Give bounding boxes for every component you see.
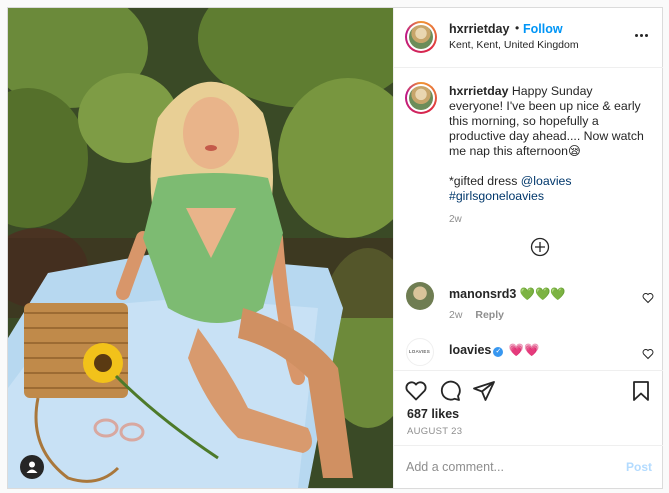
follow-button[interactable]: Follow bbox=[523, 22, 563, 36]
reply-button[interactable]: Reply bbox=[475, 309, 504, 321]
comment-username[interactable]: loavies bbox=[449, 343, 491, 357]
caption-text: hxrrietday Happy Sunday everyone! I've b… bbox=[449, 84, 649, 204]
caption-gifted-text: *gifted dress bbox=[449, 174, 521, 188]
verified-badge-icon: ✓ bbox=[493, 347, 504, 357]
separator-dot: • bbox=[515, 21, 520, 35]
add-comment-bar: Post bbox=[394, 445, 663, 488]
plus-circle-icon bbox=[530, 237, 550, 257]
comment-icon[interactable] bbox=[438, 379, 462, 403]
comment-body: 💚💚💚 bbox=[519, 287, 566, 301]
more-icon bbox=[635, 34, 638, 37]
comment-input[interactable] bbox=[406, 458, 606, 476]
bookmark-icon[interactable] bbox=[629, 379, 653, 403]
post-header: hxrrietday • Follow Kent, Kent, United K… bbox=[394, 8, 663, 68]
more-options-button[interactable] bbox=[635, 28, 649, 42]
photo-illustration bbox=[8, 8, 393, 488]
comment-avatar[interactable] bbox=[406, 282, 434, 310]
user-tag-icon bbox=[26, 461, 38, 473]
caption-hashtag-link[interactable]: #girlsgoneloavies bbox=[449, 189, 649, 204]
comment-timestamp[interactable]: 2w bbox=[449, 309, 462, 321]
loavies-avatar-text: LOAVIES bbox=[409, 349, 431, 354]
user-tag-button[interactable] bbox=[20, 455, 44, 479]
post-side-panel: hxrrietday • Follow Kent, Kent, United K… bbox=[393, 8, 663, 488]
caption-username[interactable]: hxrrietday bbox=[449, 84, 508, 98]
comment-text: loavies ✓ 💗💗 bbox=[449, 343, 539, 358]
author-username[interactable]: hxrrietday bbox=[449, 22, 509, 36]
instagram-post: hxrrietday • Follow Kent, Kent, United K… bbox=[7, 7, 663, 489]
caption-mention-link[interactable]: @loavies bbox=[521, 174, 572, 188]
load-more-comments-button[interactable] bbox=[530, 237, 550, 257]
comment-text: manonsrd3 💚💚💚 bbox=[449, 287, 566, 302]
post-comment-button[interactable]: Post bbox=[626, 460, 652, 474]
author-avatar[interactable] bbox=[405, 21, 437, 53]
comment-avatar[interactable]: LOAVIES bbox=[406, 338, 434, 366]
heart-icon[interactable] bbox=[404, 379, 428, 403]
post-date[interactable]: AUGUST 23 bbox=[407, 426, 462, 437]
share-icon[interactable] bbox=[472, 379, 496, 403]
likes-count[interactable]: 687 likes bbox=[407, 407, 459, 421]
post-location[interactable]: Kent, Kent, United Kingdom bbox=[449, 39, 579, 51]
heart-icon[interactable] bbox=[642, 348, 654, 360]
post-photo[interactable] bbox=[8, 8, 393, 488]
comment-meta: 2w Reply bbox=[449, 309, 504, 321]
heart-icon[interactable] bbox=[642, 292, 654, 304]
caption-author-avatar[interactable] bbox=[405, 82, 437, 114]
comment-username[interactable]: manonsrd3 bbox=[449, 287, 516, 301]
comment-body: 💗💗 bbox=[508, 343, 540, 357]
caption-timestamp[interactable]: 2w bbox=[449, 214, 462, 225]
